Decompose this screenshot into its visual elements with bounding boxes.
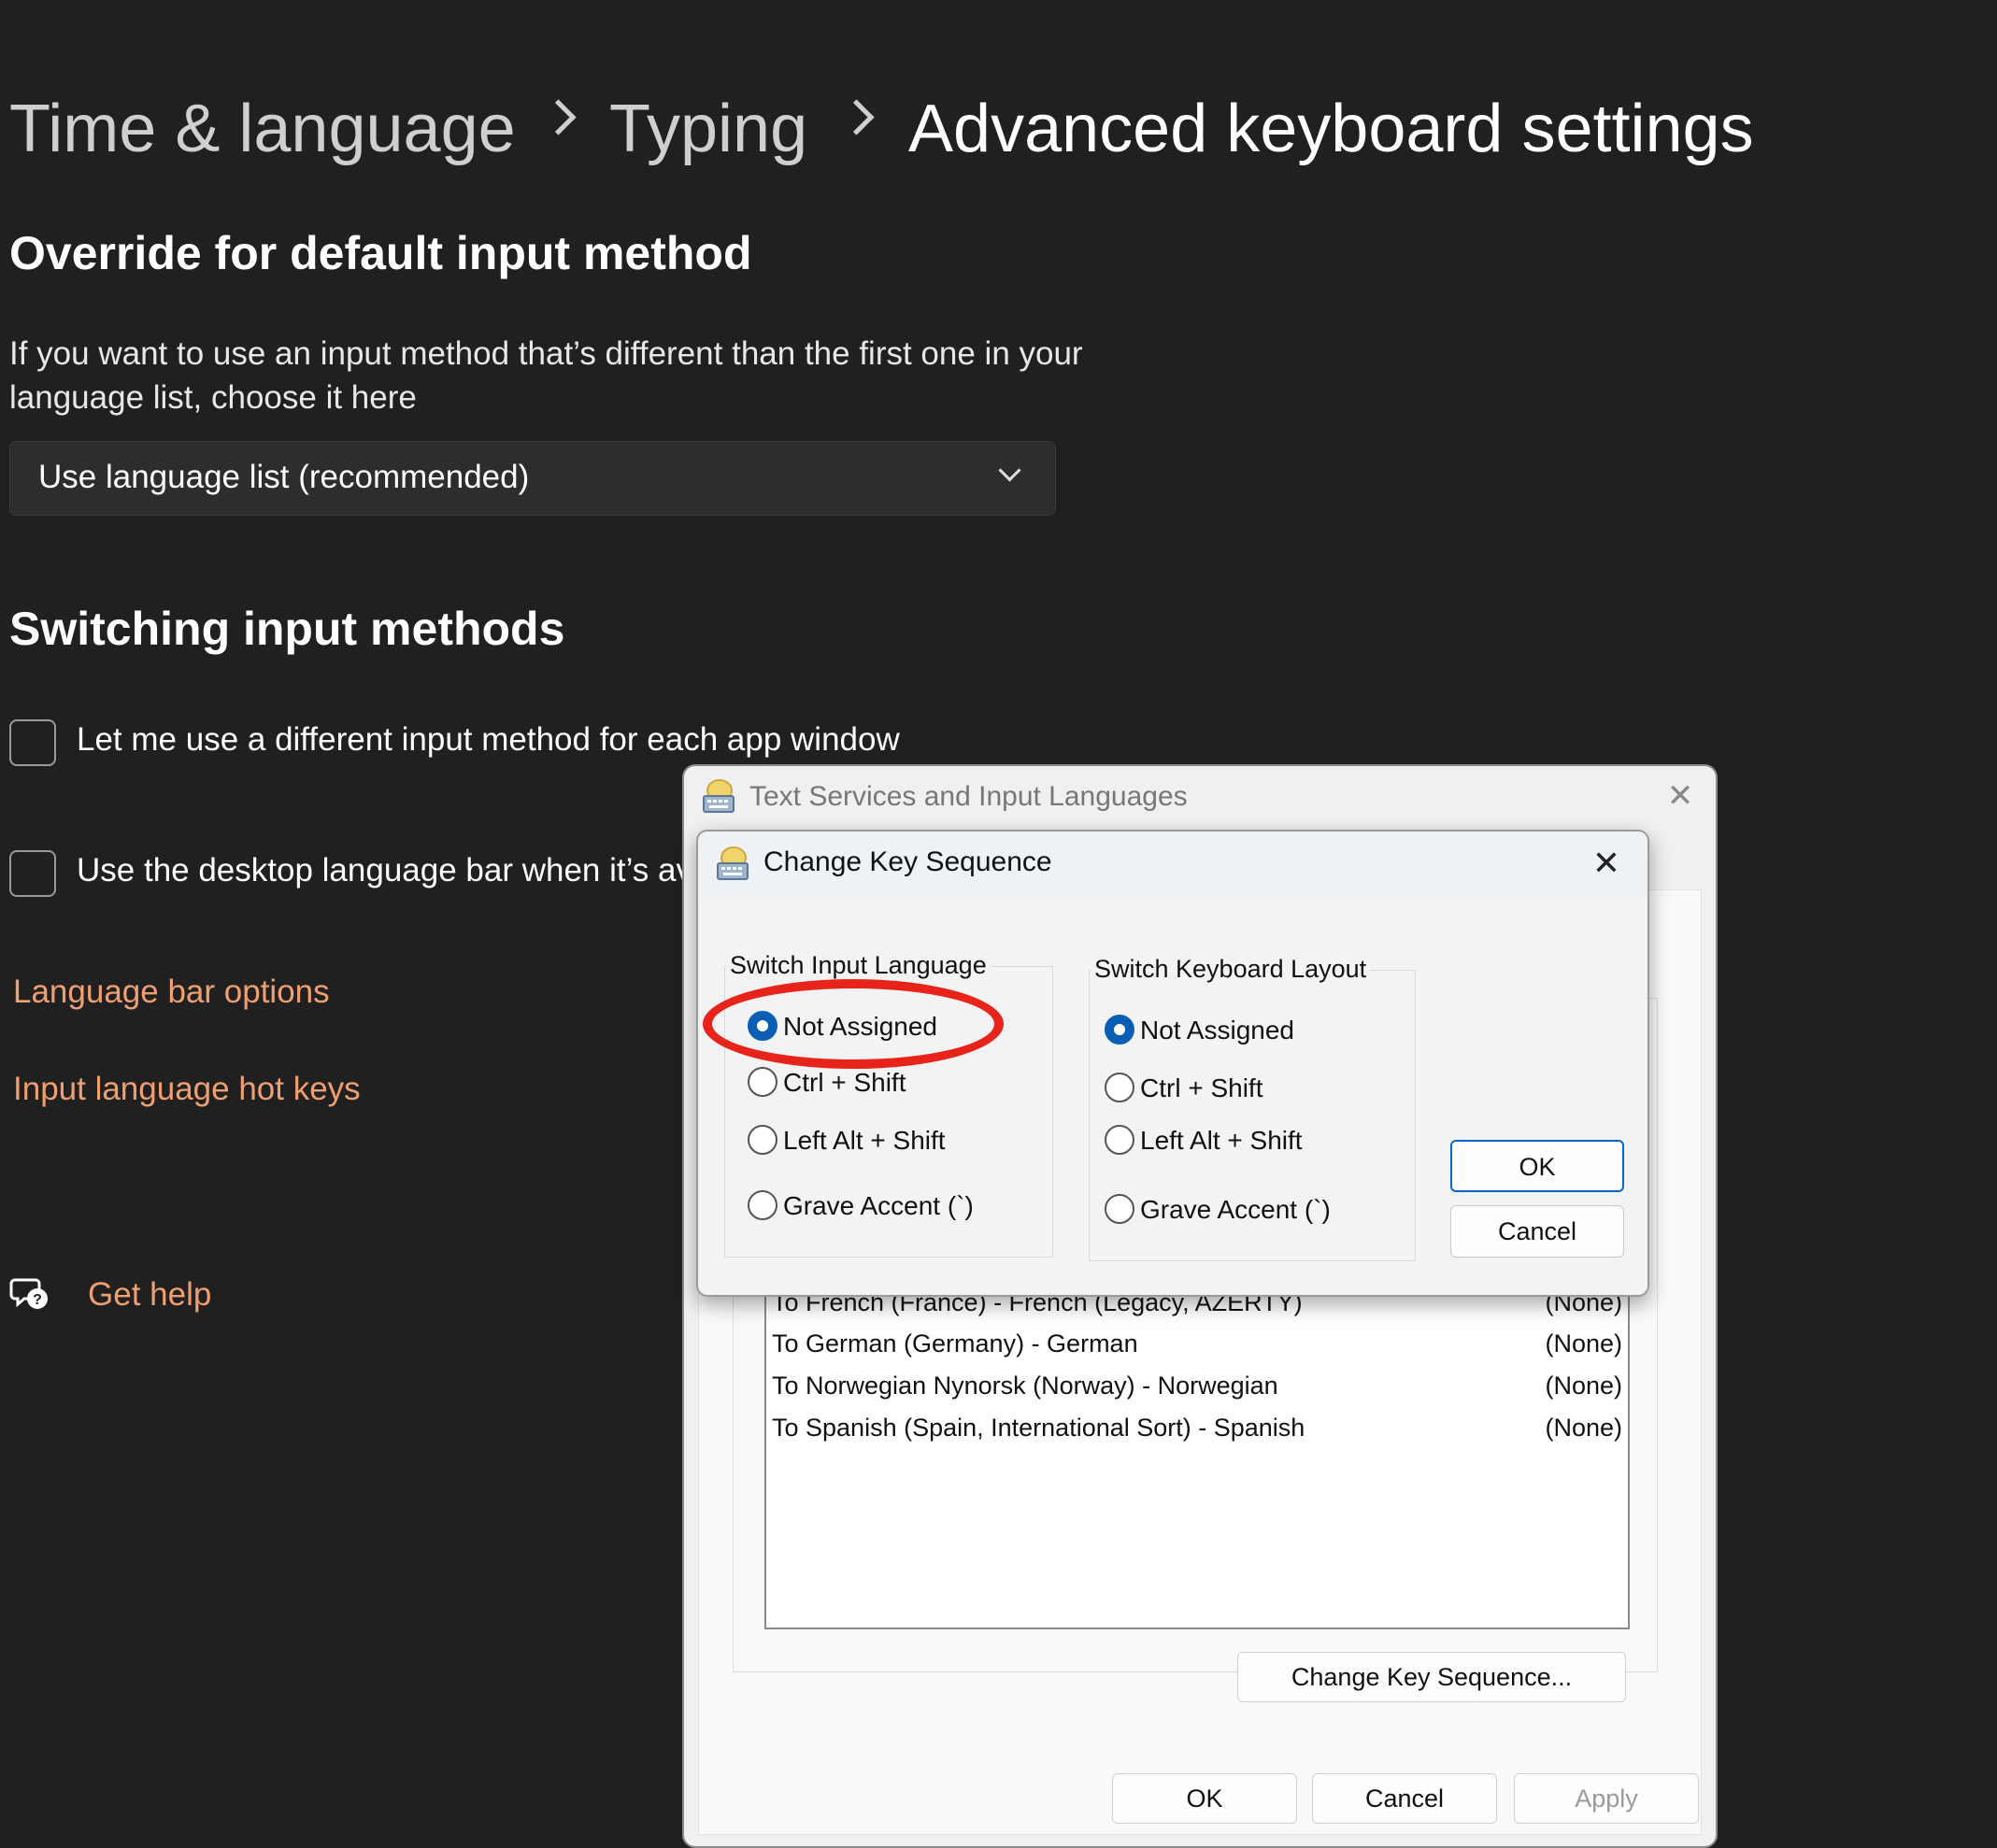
- radio-icon[interactable]: [1105, 1073, 1134, 1102]
- ts-cancel-button[interactable]: Cancel: [1312, 1773, 1497, 1824]
- close-icon[interactable]: ✕: [1662, 777, 1699, 815]
- breadcrumb-item-time-language[interactable]: Time & language: [9, 82, 516, 176]
- radio-icon[interactable]: [1105, 1194, 1134, 1224]
- desktop-language-bar-checkbox[interactable]: [9, 850, 56, 897]
- switching-section-title: Switching input methods: [9, 603, 565, 655]
- per-app-input-method-label: Let me use a different input method for …: [77, 721, 900, 758]
- get-help-link[interactable]: Get help: [88, 1276, 211, 1314]
- option-label: Ctrl + Shift: [783, 1068, 906, 1097]
- hot-key-sequence: (None): [1545, 1329, 1622, 1358]
- switch-input-language-legend: Switch Input Language: [726, 951, 991, 980]
- option-label: Left Alt + Shift: [783, 1126, 946, 1155]
- override-section-title: Override for default input method: [9, 227, 752, 279]
- language-bar-options-link[interactable]: Language bar options: [13, 974, 330, 1011]
- ts-apply-button[interactable]: Apply: [1514, 1773, 1699, 1824]
- list-item[interactable]: To Spanish (Spain, International Sort) -…: [772, 1407, 1622, 1448]
- input-language-option-ctrl-shift[interactable]: Ctrl + Shift: [748, 1065, 1028, 1102]
- hot-key-sequence: (None): [1545, 1414, 1622, 1442]
- input-language-option-left-alt-shift[interactable]: Left Alt + Shift: [748, 1123, 1028, 1160]
- desktop-language-bar-label: Use the desktop language bar when it’s a…: [77, 852, 692, 888]
- input-language-option-grave-accent[interactable]: Grave Accent (`): [748, 1188, 1028, 1226]
- keyboard-globe-icon: [717, 846, 749, 880]
- list-item[interactable]: To German (Germany) - German (None): [772, 1323, 1622, 1364]
- hot-key-action: To Spanish (Spain, International Sort) -…: [772, 1414, 1305, 1442]
- chevron-down-icon: [998, 459, 1021, 482]
- cancel-button[interactable]: Cancel: [1450, 1205, 1624, 1258]
- per-app-input-method-checkbox[interactable]: [9, 719, 56, 766]
- change-key-sequence-title: Change Key Sequence: [763, 846, 1052, 877]
- keyboard-layout-option-left-alt-shift[interactable]: Left Alt + Shift: [1105, 1123, 1385, 1160]
- change-key-sequence-button[interactable]: Change Key Sequence...: [1237, 1652, 1626, 1702]
- keyboard-layout-option-not-assigned[interactable]: Not Assigned: [1105, 1013, 1385, 1050]
- radio-selected-icon[interactable]: [1105, 1015, 1134, 1045]
- help-chat-icon[interactable]: ?: [9, 1272, 50, 1314]
- option-label: Ctrl + Shift: [1140, 1073, 1263, 1102]
- option-label: Left Alt + Shift: [1140, 1126, 1303, 1155]
- input-method-dropdown[interactable]: Use language list (recommended): [9, 441, 1056, 516]
- hot-keys-list[interactable]: To French (France) - French (Legacy, AZE…: [764, 1286, 1630, 1629]
- ts-ok-button[interactable]: OK: [1112, 1773, 1297, 1824]
- option-label: Grave Accent (`): [783, 1191, 974, 1220]
- radio-icon[interactable]: [1105, 1125, 1134, 1155]
- breadcrumb-item-typing[interactable]: Typing: [609, 82, 807, 176]
- keyboard-globe-icon: [703, 779, 735, 813]
- input-language-hot-keys-link[interactable]: Input language hot keys: [13, 1071, 361, 1108]
- hot-key-action: To German (Germany) - German: [772, 1329, 1138, 1358]
- option-label: Grave Accent (`): [1140, 1195, 1331, 1224]
- svg-text:?: ?: [33, 1292, 42, 1308]
- ok-button[interactable]: OK: [1450, 1140, 1624, 1192]
- list-item[interactable]: To Norwegian Nynorsk (Norway) - Norwegia…: [772, 1365, 1622, 1406]
- page-title: Advanced keyboard settings: [908, 92, 1754, 166]
- radio-icon[interactable]: [748, 1190, 777, 1220]
- chevron-right-icon: [838, 99, 875, 135]
- keyboard-layout-option-grave-accent[interactable]: Grave Accent (`): [1105, 1192, 1385, 1230]
- override-description: If you want to use an input method that’…: [9, 335, 1083, 416]
- dropdown-value: Use language list (recommended): [38, 459, 530, 495]
- hot-key-sequence: (None): [1545, 1372, 1622, 1400]
- close-icon[interactable]: ✕: [1588, 845, 1625, 882]
- radio-icon[interactable]: [748, 1125, 777, 1155]
- chevron-right-icon: [540, 99, 577, 135]
- radio-icon[interactable]: [748, 1067, 777, 1097]
- switch-keyboard-layout-legend: Switch Keyboard Layout: [1091, 955, 1371, 984]
- option-label: Not Assigned: [1140, 1016, 1294, 1045]
- highlight-ellipse: [703, 979, 1004, 1069]
- keyboard-layout-option-ctrl-shift[interactable]: Ctrl + Shift: [1105, 1071, 1385, 1108]
- text-services-title: Text Services and Input Languages: [749, 781, 1188, 812]
- hot-key-action: To Norwegian Nynorsk (Norway) - Norwegia…: [772, 1372, 1278, 1400]
